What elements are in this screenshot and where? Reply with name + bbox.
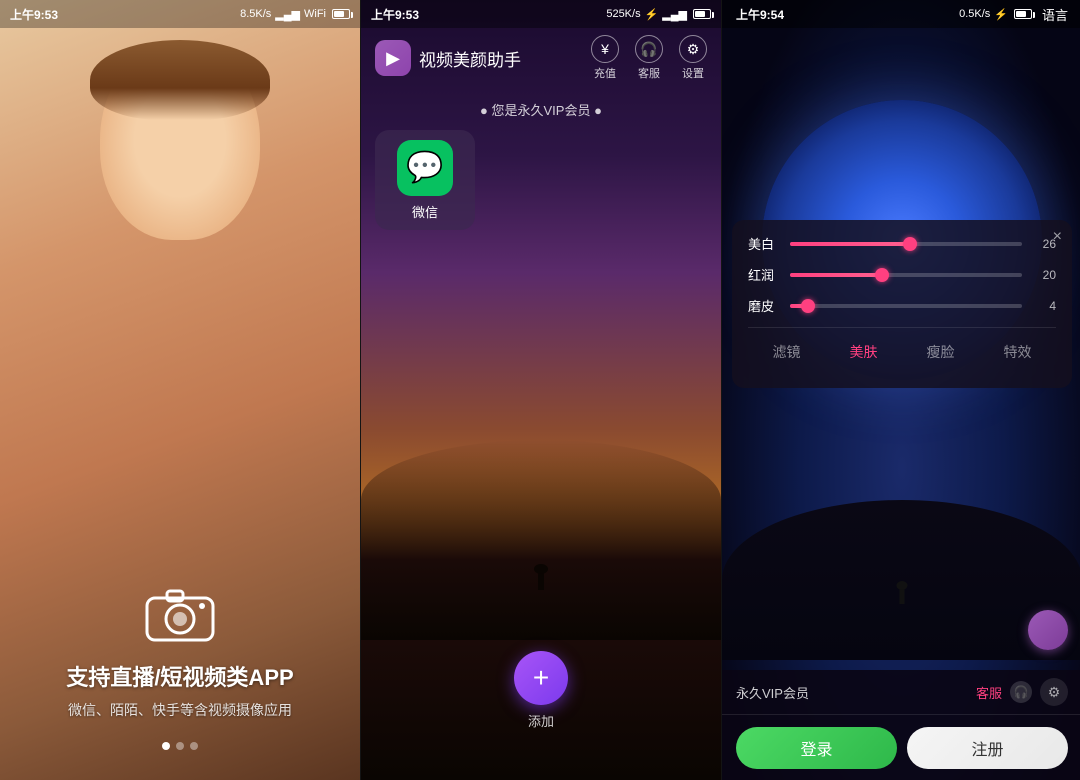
auth-buttons-row: 登录 注册 — [722, 715, 1080, 780]
panel-intro: 上午9:53 8.5K/s ▂▄▆ WiFi 支持直播/短视频类APP 微信、陌… — [0, 0, 360, 780]
slider-whitening-row: 美白 26 — [748, 234, 1056, 253]
recharge-action[interactable]: ¥ 充值 — [591, 35, 619, 81]
panel1-title: 支持直播/短视频类APP — [0, 660, 360, 692]
dot-3[interactable] — [190, 742, 198, 750]
blush-label: 红润 — [748, 265, 780, 284]
whitening-label: 美白 — [748, 234, 780, 253]
recharge-label: 充值 — [594, 65, 616, 81]
whitening-thumb[interactable] — [903, 237, 917, 251]
blush-thumb[interactable] — [875, 268, 889, 282]
tab-special-effect[interactable]: 特效 — [979, 338, 1056, 366]
signal-icon-p2: ▂▄▆ — [662, 8, 687, 21]
bt-icon: ⚡ — [645, 8, 659, 21]
app-logo: ▶ — [375, 40, 411, 76]
signal-icon: ▂▄▆ — [275, 8, 300, 21]
status-time-p1: 上午9:53 — [10, 6, 58, 23]
beauty-controls-panel: × 美白 26 红润 20 磨皮 — [732, 220, 1072, 388]
settings-action[interactable]: ⚙ 设置 — [679, 35, 707, 81]
network-speed-p3: 0.5K/s — [959, 8, 990, 20]
blush-fill — [790, 273, 883, 277]
bt-icon-p3: ⚡ — [994, 8, 1008, 21]
vip-member-bar: 永久VIP会员 客服 🎧 ⚙ — [722, 670, 1080, 715]
settings-gear-icon[interactable]: ⚙ — [1040, 678, 1068, 706]
tab-filter[interactable]: 滤镜 — [748, 338, 825, 366]
panel3-bottom-bar: 永久VIP会员 客服 🎧 ⚙ 登录 注册 — [722, 670, 1080, 780]
status-time-p3: 上午9:54 — [736, 6, 784, 23]
whitening-track[interactable] — [790, 242, 1022, 246]
app-header: ▶ 视频美颜助手 ¥ 充值 🎧 客服 ⚙ 设置 — [361, 28, 721, 88]
battery-icon-p1 — [332, 9, 350, 19]
headphone-icon: 🎧 — [1010, 681, 1032, 703]
smooth-label: 磨皮 — [748, 296, 780, 315]
dot-2[interactable] — [176, 742, 184, 750]
vip-banner-text: ● 您是永久VIP会员 ● — [480, 100, 602, 119]
blush-value: 20 — [1032, 268, 1056, 282]
network-speed-p1: 8.5K/s — [240, 8, 271, 20]
service-label: 客服 — [638, 65, 660, 81]
add-app-button[interactable]: + 添加 — [514, 651, 568, 730]
beauty-tabs: 滤镜 美肤 瘦脸 特效 — [748, 327, 1056, 366]
register-button[interactable]: 注册 — [907, 727, 1068, 769]
figure-silhouette — [538, 572, 544, 590]
wechat-card[interactable]: 💬 微信 — [375, 130, 475, 230]
battery-icon-p3 — [1014, 9, 1032, 19]
customer-service-button[interactable]: 客服 — [976, 683, 1002, 702]
add-circle-icon: + — [514, 651, 568, 705]
tab-slim-face[interactable]: 瘦脸 — [902, 338, 979, 366]
slider-blush-row: 红润 20 — [748, 265, 1056, 284]
status-icons-p2: 525K/s ⚡ ▂▄▆ — [606, 8, 711, 21]
whitening-fill — [790, 242, 911, 246]
panel1-bottom-content: 支持直播/短视频类APP 微信、陌陌、快手等含视频摄像应用 — [0, 588, 360, 720]
language-button[interactable]: 语言 — [1042, 5, 1068, 24]
blush-track[interactable] — [790, 273, 1022, 277]
settings-icon: ⚙ — [679, 35, 707, 63]
app-name-label: 视频美颜助手 — [419, 46, 583, 71]
carousel-dots — [0, 742, 360, 750]
recharge-icon: ¥ — [591, 35, 619, 63]
settings-label: 设置 — [682, 65, 704, 81]
close-beauty-button[interactable]: × — [1053, 228, 1062, 246]
add-label: 添加 — [528, 711, 554, 730]
status-time-p2: 上午9:53 — [371, 6, 419, 23]
float-circle-button[interactable] — [1028, 610, 1068, 650]
wechat-label: 微信 — [412, 202, 438, 221]
girl-hair — [80, 40, 280, 160]
desert-hill — [361, 440, 721, 640]
panel-app: 上午9:53 525K/s ⚡ ▂▄▆ ▶ 视频美颜助手 ¥ 充值 🎧 客服 ⚙… — [361, 0, 721, 780]
wifi-icon: WiFi — [304, 8, 326, 20]
smooth-track[interactable] — [790, 304, 1022, 308]
smooth-value: 4 — [1032, 299, 1056, 313]
status-bar-panel2: 上午9:53 525K/s ⚡ ▂▄▆ — [361, 0, 721, 28]
logo-icon: ▶ — [386, 48, 400, 69]
login-button[interactable]: 登录 — [736, 727, 897, 769]
moon-hill — [722, 500, 1080, 660]
service-icon: 🎧 — [635, 35, 663, 63]
battery-icon-p2 — [693, 9, 711, 19]
panel1-subtitle: 微信、陌陌、快手等含视频摄像应用 — [0, 700, 360, 720]
smooth-thumb[interactable] — [801, 299, 815, 313]
dot-1[interactable] — [162, 742, 170, 750]
panel-beauty: 上午9:54 0.5K/s ⚡ 语言 × 美白 26 红润 — [722, 0, 1080, 780]
network-speed-p2: 525K/s — [606, 8, 640, 20]
vip-member-text: 永久VIP会员 — [736, 683, 968, 702]
status-icons-p1: 8.5K/s ▂▄▆ WiFi — [240, 8, 350, 21]
slider-smooth-row: 磨皮 4 — [748, 296, 1056, 315]
planet-figure-silhouette — [900, 588, 905, 604]
header-actions: ¥ 充值 🎧 客服 ⚙ 设置 — [591, 35, 707, 81]
service-action[interactable]: 🎧 客服 — [635, 35, 663, 81]
vip-banner: ● 您是永久VIP会员 ● — [361, 100, 721, 119]
wechat-icon: 💬 — [397, 140, 453, 196]
tab-beauty-skin[interactable]: 美肤 — [825, 338, 902, 366]
status-bar-panel3: 上午9:54 0.5K/s ⚡ 语言 — [722, 0, 1080, 28]
camera-icon — [145, 588, 215, 644]
status-icons-p3: 0.5K/s ⚡ — [959, 8, 1032, 21]
status-bar-panel1: 上午9:53 8.5K/s ▂▄▆ WiFi — [0, 0, 360, 28]
girl-illustration — [80, 40, 280, 300]
smooth-fill — [790, 304, 809, 308]
